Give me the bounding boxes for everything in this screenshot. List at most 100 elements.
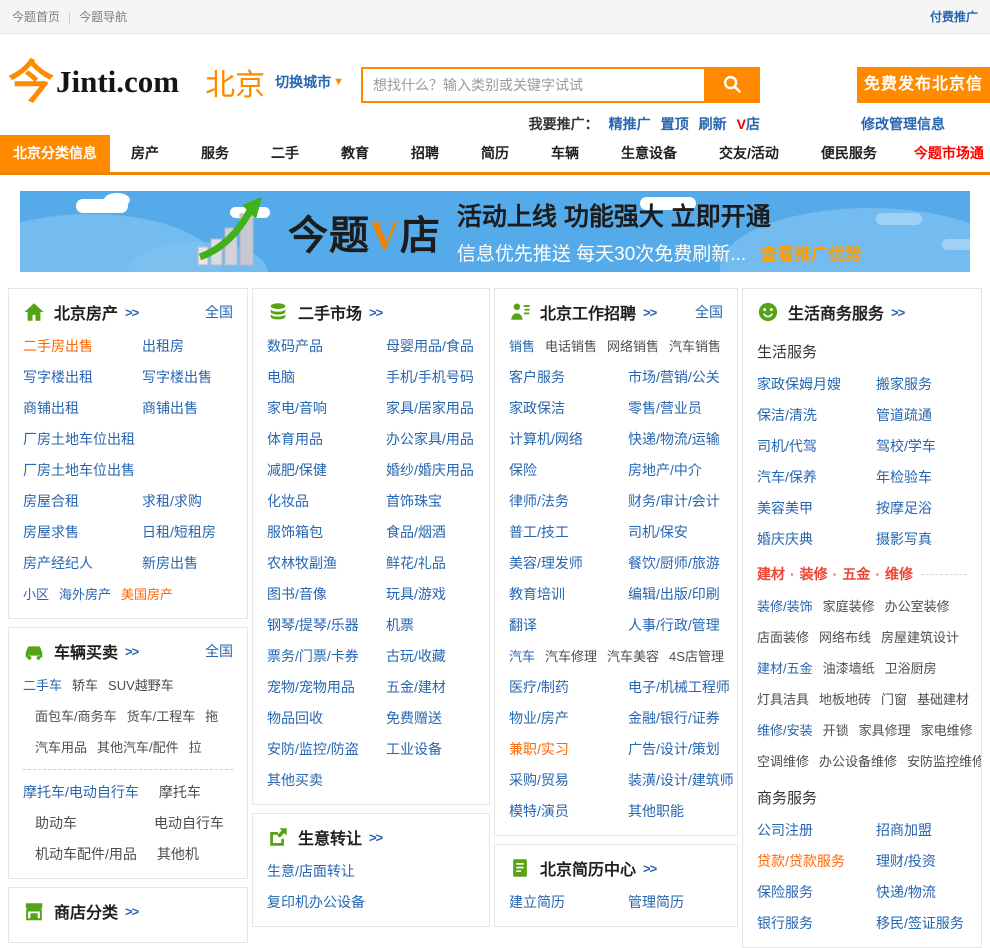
category-link[interactable]: 美国房产 bbox=[121, 586, 173, 603]
section-more-arrow[interactable]: >> bbox=[643, 861, 657, 876]
category-link[interactable]: 计算机/网络 bbox=[509, 431, 608, 448]
category-link[interactable]: 理财/投资 bbox=[876, 853, 936, 870]
section-more-arrow[interactable]: >> bbox=[643, 305, 657, 320]
red-label-link[interactable]: 装修 bbox=[785, 564, 828, 584]
jinti-logo[interactable]: Jinti.com bbox=[56, 64, 179, 100]
category-link[interactable]: 图书/音像 bbox=[267, 586, 366, 603]
category-link[interactable]: 房屋合租 bbox=[23, 493, 122, 510]
promote-link[interactable]: 置顶 bbox=[661, 116, 689, 132]
category-link[interactable]: 货车/工程车 bbox=[127, 708, 196, 725]
category-link[interactable]: 兼职/实习 bbox=[509, 741, 608, 758]
category-link[interactable]: 拉 bbox=[189, 739, 202, 756]
category-link[interactable]: 4S店管理 bbox=[669, 648, 724, 665]
category-link[interactable]: 钢琴/提琴/乐器 bbox=[267, 617, 366, 634]
category-link[interactable]: 保险服务 bbox=[757, 884, 856, 901]
section-more-arrow[interactable]: >> bbox=[125, 305, 139, 320]
category-link[interactable]: 首饰珠宝 bbox=[386, 493, 442, 510]
category-link[interactable]: 办公设备维修 bbox=[819, 753, 897, 770]
category-link[interactable]: 空调维修 bbox=[757, 753, 809, 770]
category-link[interactable]: 美容美甲 bbox=[757, 500, 856, 517]
category-link[interactable]: 公司注册 bbox=[757, 822, 856, 839]
category-link[interactable]: 助动车 bbox=[35, 815, 134, 832]
category-link[interactable]: 汽车/保养 bbox=[757, 469, 856, 486]
category-link[interactable]: 汽车修理 bbox=[545, 648, 597, 665]
category-link[interactable]: 鲜花/礼品 bbox=[386, 555, 446, 572]
category-link[interactable]: 二手车 bbox=[23, 677, 62, 694]
category-link[interactable]: 保洁/清洗 bbox=[757, 407, 856, 424]
category-link[interactable]: 玩具/游戏 bbox=[386, 586, 446, 603]
category-link[interactable]: 写字楼出售 bbox=[142, 369, 212, 386]
category-link[interactable]: 汽车销售 bbox=[669, 338, 721, 355]
category-link[interactable]: 办公室装修 bbox=[885, 598, 950, 615]
banner-promo-link[interactable]: 查看推广优势 bbox=[760, 245, 862, 264]
category-link[interactable]: 普工/技工 bbox=[509, 524, 608, 541]
category-link[interactable]: 化妆品 bbox=[267, 493, 366, 510]
category-link[interactable]: 零售/营业员 bbox=[628, 400, 702, 417]
category-link[interactable]: 其他机 bbox=[157, 846, 199, 863]
search-input[interactable] bbox=[361, 67, 705, 103]
category-link[interactable]: 市场/营销/公关 bbox=[628, 369, 720, 386]
category-link[interactable]: 拖 bbox=[205, 708, 218, 725]
category-link[interactable]: 摩托车 bbox=[159, 784, 201, 801]
category-link[interactable]: 广告/设计/策划 bbox=[628, 741, 720, 758]
category-link[interactable]: 五金/建材 bbox=[386, 679, 446, 696]
switch-city-link[interactable]: 切换城市 bbox=[275, 72, 331, 92]
category-link[interactable]: 出租房 bbox=[142, 338, 184, 355]
nav-item[interactable]: 教育 bbox=[341, 135, 369, 172]
category-link[interactable]: 建立简历 bbox=[509, 894, 608, 911]
category-link[interactable]: 汽车用品 bbox=[35, 739, 87, 756]
category-link[interactable]: 求租/求购 bbox=[142, 493, 202, 510]
category-link[interactable]: 新房出售 bbox=[142, 555, 198, 572]
nav-item[interactable]: 二手 bbox=[271, 135, 299, 172]
jinti-logo-icon[interactable]: 今 bbox=[8, 56, 54, 108]
post-listing-button[interactable]: 免费发布北京信息 bbox=[857, 67, 990, 129]
nav-item[interactable]: 服务 bbox=[201, 135, 229, 172]
category-link[interactable]: 油漆墙纸 bbox=[823, 660, 875, 677]
category-link[interactable]: 母婴用品/食品 bbox=[386, 338, 474, 355]
category-link[interactable]: 家庭装修 bbox=[823, 598, 875, 615]
category-link[interactable]: 搬家服务 bbox=[876, 376, 932, 393]
category-link[interactable]: 安防/监控/防盗 bbox=[267, 741, 366, 758]
section-nationwide-link[interactable]: 全国 bbox=[695, 302, 723, 322]
category-link[interactable]: 商铺出租 bbox=[23, 400, 122, 417]
category-link[interactable]: 食品/烟酒 bbox=[386, 524, 446, 541]
category-link[interactable]: 古玩/收藏 bbox=[386, 648, 446, 665]
category-link[interactable]: 快递/物流 bbox=[876, 884, 936, 901]
nav-item[interactable]: 车辆 bbox=[551, 135, 579, 172]
category-link[interactable]: 婚庆庆典 bbox=[757, 531, 856, 548]
category-link[interactable]: 家具/居家用品 bbox=[386, 400, 474, 417]
category-link[interactable]: 复印机办公设备 bbox=[267, 894, 365, 911]
category-link[interactable]: 财务/审计/会计 bbox=[628, 493, 720, 510]
category-link[interactable]: 汽车美容 bbox=[607, 648, 659, 665]
category-link[interactable]: 家政保姆月嫂 bbox=[757, 376, 856, 393]
red-label-link[interactable]: 建材 bbox=[757, 564, 785, 584]
category-link[interactable]: 管道疏通 bbox=[876, 407, 932, 424]
category-link[interactable]: 票务/门票/卡券 bbox=[267, 648, 366, 665]
category-link[interactable]: 数码产品 bbox=[267, 338, 366, 355]
category-link[interactable]: 日租/短租房 bbox=[142, 524, 216, 541]
category-link[interactable]: 摄影写真 bbox=[876, 531, 932, 548]
category-link[interactable]: 销售 bbox=[509, 338, 535, 355]
category-link[interactable]: 装潢/设计/建筑师 bbox=[628, 772, 734, 789]
nav-item-classifieds-active[interactable]: 北京分类信息 bbox=[0, 135, 110, 172]
category-link[interactable]: 家具修理 bbox=[859, 722, 911, 739]
category-link[interactable]: 网络销售 bbox=[607, 338, 659, 355]
category-link[interactable]: 餐饮/厨师/旅游 bbox=[628, 555, 720, 572]
category-link[interactable]: 摩托车/电动自行车 bbox=[23, 784, 139, 801]
category-link[interactable]: 生意/店面转让 bbox=[267, 863, 355, 880]
category-link[interactable]: 基础建材 bbox=[917, 691, 969, 708]
topbar-home-link[interactable]: 今题首页 bbox=[12, 8, 60, 25]
category-link[interactable]: 司机/代驾 bbox=[757, 438, 856, 455]
category-link[interactable]: 律师/法务 bbox=[509, 493, 608, 510]
category-link[interactable]: 门窗 bbox=[881, 691, 907, 708]
category-link[interactable]: 电话销售 bbox=[545, 338, 597, 355]
category-link[interactable]: 电子/机械工程师 bbox=[628, 679, 730, 696]
category-link[interactable]: 电动自行车 bbox=[154, 815, 224, 832]
category-link[interactable]: 服饰箱包 bbox=[267, 524, 366, 541]
category-link[interactable]: 其他职能 bbox=[628, 803, 684, 820]
category-link[interactable]: 年检验车 bbox=[876, 469, 932, 486]
category-link[interactable]: 房屋建筑设计 bbox=[881, 629, 959, 646]
category-link[interactable]: 物品回收 bbox=[267, 710, 366, 727]
category-link[interactable]: 医疗/制药 bbox=[509, 679, 608, 696]
category-link[interactable]: 婚纱/婚庆用品 bbox=[386, 462, 474, 479]
